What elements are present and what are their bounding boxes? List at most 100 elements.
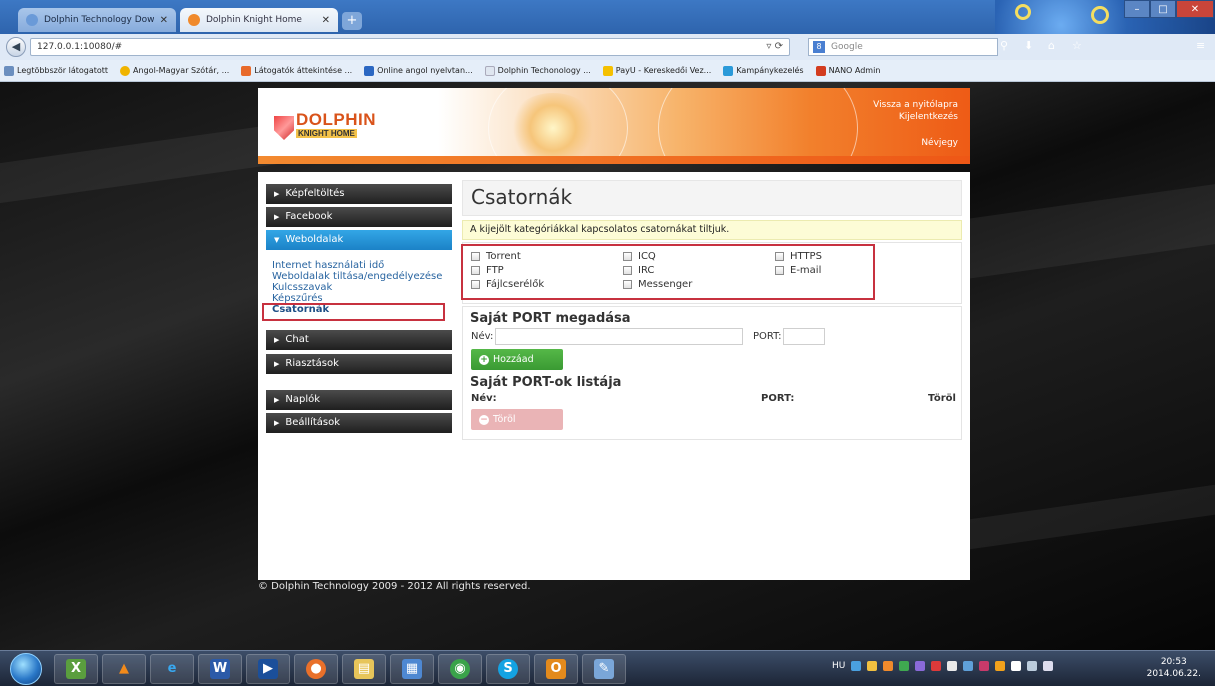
tab-close-icon[interactable]: ✕ <box>160 15 168 26</box>
clock-time: 20:53 <box>1160 657 1187 667</box>
logo-brand-top: DOLPHIN <box>296 110 376 129</box>
home-icon[interactable]: ⌂ <box>1048 39 1062 53</box>
toolbar-icons: ⚲ ⬇ ⌂ ☆ ≡ <box>1000 39 1210 53</box>
control-panel-icon: ▦ <box>402 659 422 679</box>
reload-icon[interactable]: ▿ ⟳ <box>766 39 783 55</box>
window-controls: – □ ✕ <box>1124 0 1214 20</box>
sidebar-item-alerts[interactable]: ▶ Riasztások <box>266 354 452 374</box>
taskbar-app-outlook[interactable]: O <box>534 654 578 684</box>
maximize-icon[interactable]: □ <box>1150 0 1176 18</box>
taskbar-app-chrome[interactable]: ◉ <box>438 654 482 684</box>
analytics-icon <box>241 65 252 76</box>
language-indicator[interactable]: HU <box>832 661 845 671</box>
tray-icon[interactable] <box>883 661 894 671</box>
taskbar-app-ie[interactable]: e <box>150 654 194 684</box>
submenu-link-internet-time[interactable]: Internet használati idő <box>272 260 442 271</box>
header-arc <box>658 88 858 164</box>
volume-icon[interactable] <box>1043 661 1054 671</box>
search-engine-icon[interactable]: 8 <box>813 41 825 53</box>
sidebar-item-image-upload[interactable]: ▶ Képfeltöltés <box>266 184 452 204</box>
custom-port-panel: Saját PORT megadása Név: PORT: + Hozzáad … <box>462 306 962 440</box>
system-clock[interactable]: 20:53 2014.06.22. <box>1147 656 1201 680</box>
name-label: Név: <box>471 331 494 342</box>
column-header-port: PORT: <box>761 393 795 404</box>
download-icon[interactable]: ⬇ <box>1024 39 1038 53</box>
search-icon[interactable]: ⚲ <box>1000 39 1014 53</box>
address-bar[interactable]: 127.0.0.1:10080/# ▿ ⟳ <box>30 38 790 56</box>
tray-icon[interactable] <box>867 661 878 671</box>
info-note: A kijejölt kategóriákkal kapcsolatos csa… <box>462 220 962 240</box>
taskbar-app-explorer[interactable]: X <box>54 654 98 684</box>
browser-tab-active[interactable]: Dolphin Knight Home ✕ <box>180 8 338 32</box>
about-link[interactable]: Névjegy <box>921 138 958 148</box>
taskbar-app-firefox[interactable]: ● <box>294 654 338 684</box>
header-bottom-bar <box>258 156 970 164</box>
add-port-button[interactable]: + Hozzáad <box>471 349 563 370</box>
footer-copyright: © Dolphin Technology 2009 - 2012 All rig… <box>258 581 531 592</box>
tray-icon[interactable] <box>979 661 990 671</box>
browser-tab-inactive[interactable]: Dolphin Technology Down... ✕ <box>18 8 176 32</box>
network-icon[interactable] <box>1027 661 1038 671</box>
sidebar-item-logs[interactable]: ▶ Naplók <box>266 390 452 410</box>
page-icon <box>484 65 495 76</box>
tray-icon[interactable] <box>915 661 926 671</box>
taskbar-app-vlc[interactable]: ▲ <box>102 654 146 684</box>
start-button[interactable] <box>10 653 42 685</box>
menu-icon[interactable]: ≡ <box>1196 39 1210 53</box>
taskbar-app-word[interactable]: W <box>198 654 242 684</box>
close-icon[interactable]: ✕ <box>1176 0 1214 18</box>
search-bar[interactable]: 8 Google <box>808 38 998 56</box>
bookmark-item[interactable]: PayU - Kereskedői Vez... <box>602 65 711 76</box>
taskbar-app-skype[interactable]: S <box>486 654 530 684</box>
tray-icon[interactable] <box>963 661 974 671</box>
page-title-box: Csatornák <box>462 180 962 216</box>
star-icon[interactable]: ☆ <box>1072 39 1086 53</box>
delete-port-button[interactable]: − Töröl <box>471 409 563 430</box>
skype-icon: S <box>498 659 518 679</box>
submenu-link-keywords[interactable]: Kulcsszavak <box>272 282 442 293</box>
sidebar-item-facebook[interactable]: ▶ Facebook <box>266 207 452 227</box>
tray-icon[interactable] <box>899 661 910 671</box>
taskbar-app-folder[interactable]: ▤ <box>342 654 386 684</box>
taskbar-app-media[interactable]: ▶ <box>246 654 290 684</box>
media-player-icon: ▶ <box>258 659 278 679</box>
dolphin-logo[interactable]: DOLPHIN KNIGHT HOME <box>270 108 380 146</box>
bookmark-item[interactable]: Angol-Magyar Szótár, ... <box>120 65 229 76</box>
highlight-box <box>461 244 875 300</box>
tab-close-icon[interactable]: ✕ <box>322 15 330 26</box>
sidebar-item-websites[interactable]: ▼ Weboldalak <box>266 230 452 250</box>
submenu-link-website-block[interactable]: Weboldalak tiltása/engedélyezése <box>272 271 442 282</box>
bookmark-item[interactable]: Látogatók áttekintése ... <box>241 65 352 76</box>
logout-link[interactable]: Kijelentkezés <box>873 111 958 123</box>
caret-right-icon: ▶ <box>274 419 280 427</box>
tab-label: Dolphin Technology Down... <box>44 15 154 25</box>
chrome-icon: ◉ <box>450 659 470 679</box>
back-button[interactable]: ◀ <box>6 37 26 57</box>
caret-right-icon: ▶ <box>274 336 280 344</box>
bookmark-item[interactable]: Kampánykezelés <box>723 65 804 76</box>
flag-icon[interactable] <box>1011 661 1022 671</box>
tray-icon[interactable] <box>931 661 942 671</box>
taskbar-app-paint[interactable]: ✎ <box>582 654 626 684</box>
new-tab-button[interactable]: + <box>342 12 362 30</box>
caret-right-icon: ▶ <box>274 396 280 404</box>
tray-icon[interactable] <box>851 661 862 671</box>
back-to-home-link[interactable]: Vissza a nyitólapra <box>873 99 958 111</box>
header-arc <box>488 88 628 164</box>
tray-icon[interactable] <box>947 661 958 671</box>
tray-icon[interactable] <box>995 661 1006 671</box>
column-header-name: Név: <box>471 393 497 404</box>
sidebar-item-chat[interactable]: ▶ Chat <box>266 330 452 350</box>
sidebar-item-settings[interactable]: ▶ Beállítások <box>266 413 452 433</box>
logo-emblem-icon <box>274 116 294 140</box>
port-number-input[interactable] <box>783 328 825 345</box>
highlight-box <box>262 303 445 321</box>
bookmark-item[interactable]: Legtöbbször látogatott <box>4 65 108 76</box>
bookmark-item[interactable]: NANO Admin <box>815 65 880 76</box>
bookmark-item[interactable]: Online angol nyelvtan... <box>364 65 473 76</box>
minimize-icon[interactable]: – <box>1124 0 1150 18</box>
bookmark-item[interactable]: Dolphin Techonology ... <box>484 65 591 76</box>
port-name-input[interactable] <box>495 328 743 345</box>
caret-right-icon: ▶ <box>274 190 280 198</box>
taskbar-app-control[interactable]: ▦ <box>390 654 434 684</box>
